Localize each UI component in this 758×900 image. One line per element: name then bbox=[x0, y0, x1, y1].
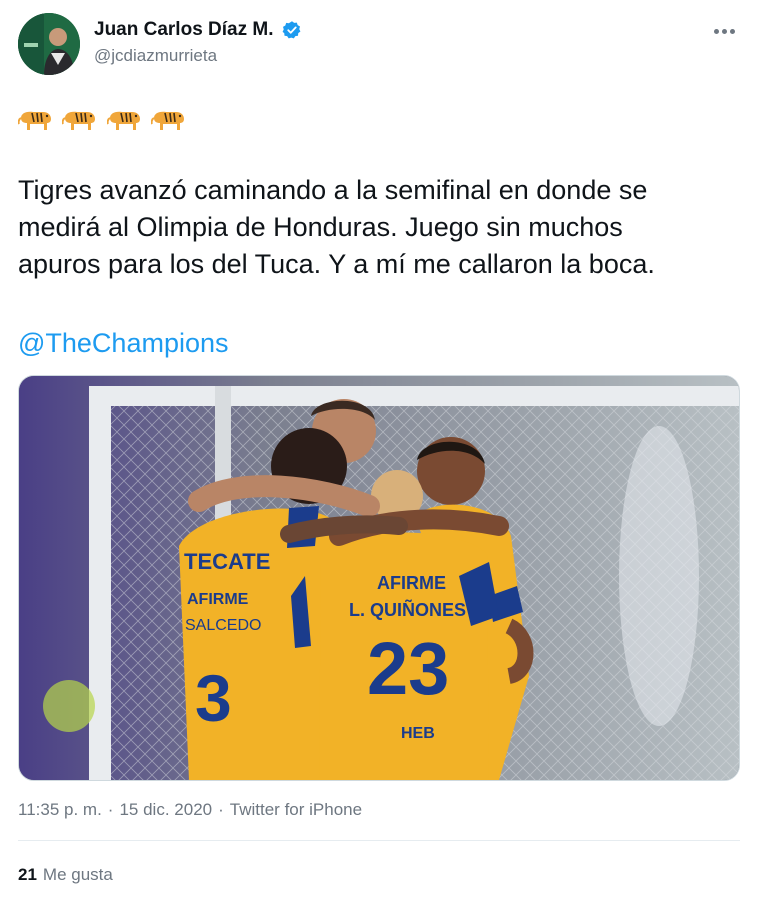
tiger-emoji bbox=[151, 108, 185, 132]
tiger-emoji bbox=[18, 108, 52, 132]
author-names: Juan Carlos Díaz M. @jcdiazmurrieta bbox=[94, 19, 302, 66]
author-handle[interactable]: @jcdiazmurrieta bbox=[94, 46, 302, 66]
jersey-text: 3 bbox=[195, 661, 232, 735]
tweet-header: Juan Carlos Díaz M. @jcdiazmurrieta bbox=[18, 13, 740, 79]
author-display-name[interactable]: Juan Carlos Díaz M. bbox=[94, 19, 274, 41]
likes-count: 21 bbox=[18, 865, 37, 884]
tweet-photo[interactable]: TECATE AFIRME SALCEDO 3 AFIRME L. QUIÑON… bbox=[18, 375, 740, 781]
tiger-emoji bbox=[106, 108, 141, 132]
likes-label: Me gusta bbox=[42, 865, 113, 884]
jersey-text: SALCEDO bbox=[185, 617, 261, 634]
jersey-text: HEB bbox=[401, 725, 435, 742]
tweet-date[interactable]: 15 dic. 2020 bbox=[119, 800, 212, 819]
more-options-icon[interactable] bbox=[714, 21, 740, 34]
jersey-text: AFIRME bbox=[187, 591, 249, 608]
jersey-text: AFIRME bbox=[377, 573, 446, 593]
tweet-card: Juan Carlos Díaz M. @jcdiazmurrieta Tigr… bbox=[0, 0, 758, 900]
likes-stat[interactable]: 21 Me gusta bbox=[18, 865, 113, 885]
divider bbox=[18, 840, 740, 841]
mention-link[interactable]: @TheChampions bbox=[18, 328, 229, 359]
tweet-source[interactable]: Twitter for iPhone bbox=[230, 800, 362, 819]
meta-separator: · bbox=[218, 800, 224, 819]
emoji-row bbox=[18, 108, 191, 134]
verified-badge-icon bbox=[282, 20, 302, 40]
jersey-text: L. QUIÑONES bbox=[349, 599, 466, 620]
meta-separator: · bbox=[107, 800, 114, 819]
tiger-emoji bbox=[62, 108, 96, 132]
jersey-text: 23 bbox=[367, 627, 449, 710]
tweet-text: Tigres avanzó caminando a la semifinal e… bbox=[18, 175, 655, 279]
tweet-time[interactable]: 11:35 p. m. bbox=[18, 800, 102, 819]
jersey-text: TECATE bbox=[184, 549, 270, 574]
tweet-timestamp: 11:35 p. m. · 15 dic. 2020 · Twitter for iPh… bbox=[18, 800, 362, 820]
avatar[interactable] bbox=[18, 13, 80, 75]
